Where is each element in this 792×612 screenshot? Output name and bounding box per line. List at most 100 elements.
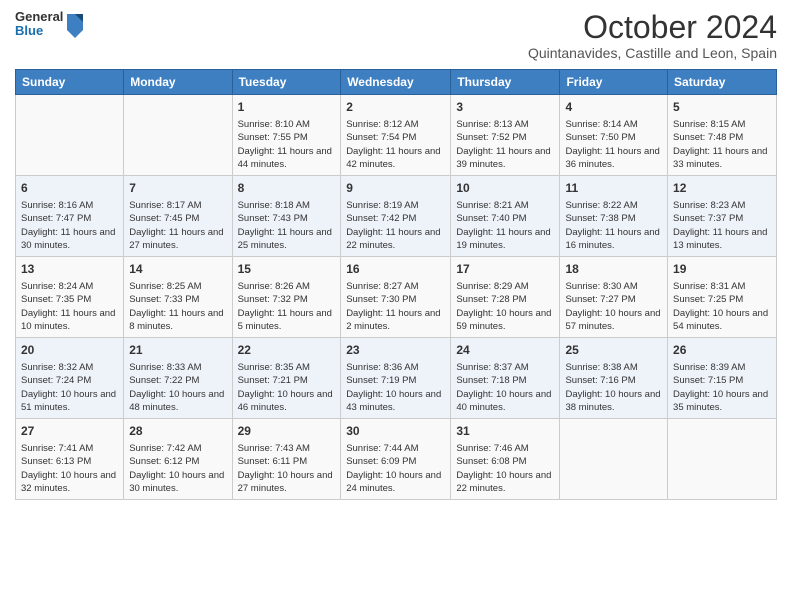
logo-icon: [65, 10, 85, 38]
daylight-text: Daylight: 10 hours and 32 minutes.: [21, 470, 116, 494]
sunrise-text: Sunrise: 8:25 AM: [129, 281, 201, 292]
sunset-text: Sunset: 7:45 PM: [129, 213, 199, 224]
sunset-text: Sunset: 7:55 PM: [238, 132, 308, 143]
table-row: 15 Sunrise: 8:26 AM Sunset: 7:32 PM Dayl…: [232, 257, 341, 338]
calendar-week-row: 13 Sunrise: 8:24 AM Sunset: 7:35 PM Dayl…: [16, 257, 777, 338]
table-row: 22 Sunrise: 8:35 AM Sunset: 7:21 PM Dayl…: [232, 338, 341, 419]
day-number: 3: [456, 99, 554, 116]
table-row: 31 Sunrise: 7:46 AM Sunset: 6:08 PM Dayl…: [451, 419, 560, 500]
sunrise-text: Sunrise: 8:22 AM: [565, 200, 637, 211]
daylight-text: Daylight: 10 hours and 46 minutes.: [238, 389, 333, 413]
sunrise-text: Sunrise: 7:44 AM: [346, 443, 418, 454]
daylight-text: Daylight: 11 hours and 2 minutes.: [346, 308, 440, 332]
table-row: 13 Sunrise: 8:24 AM Sunset: 7:35 PM Dayl…: [16, 257, 124, 338]
col-monday: Monday: [124, 70, 232, 95]
table-row: [16, 95, 124, 176]
table-row: 2 Sunrise: 8:12 AM Sunset: 7:54 PM Dayli…: [341, 95, 451, 176]
sunset-text: Sunset: 7:47 PM: [21, 213, 91, 224]
sunset-text: Sunset: 7:37 PM: [673, 213, 743, 224]
daylight-text: Daylight: 10 hours and 27 minutes.: [238, 470, 333, 494]
sunset-text: Sunset: 7:21 PM: [238, 375, 308, 386]
day-number: 8: [238, 180, 336, 197]
sunset-text: Sunset: 7:38 PM: [565, 213, 635, 224]
day-number: 17: [456, 261, 554, 278]
table-row: 9 Sunrise: 8:19 AM Sunset: 7:42 PM Dayli…: [341, 176, 451, 257]
day-number: 10: [456, 180, 554, 197]
day-number: 15: [238, 261, 336, 278]
sunrise-text: Sunrise: 8:15 AM: [673, 119, 745, 130]
sunrise-text: Sunrise: 8:31 AM: [673, 281, 745, 292]
sunset-text: Sunset: 7:15 PM: [673, 375, 743, 386]
table-row: [560, 419, 668, 500]
table-row: 24 Sunrise: 8:37 AM Sunset: 7:18 PM Dayl…: [451, 338, 560, 419]
daylight-text: Daylight: 10 hours and 59 minutes.: [456, 308, 551, 332]
table-row: [124, 95, 232, 176]
table-row: 28 Sunrise: 7:42 AM Sunset: 6:12 PM Dayl…: [124, 419, 232, 500]
table-row: 1 Sunrise: 8:10 AM Sunset: 7:55 PM Dayli…: [232, 95, 341, 176]
sunrise-text: Sunrise: 8:36 AM: [346, 362, 418, 373]
table-row: 29 Sunrise: 7:43 AM Sunset: 6:11 PM Dayl…: [232, 419, 341, 500]
daylight-text: Daylight: 11 hours and 19 minutes.: [456, 227, 550, 251]
daylight-text: Daylight: 11 hours and 42 minutes.: [346, 146, 440, 170]
daylight-text: Daylight: 10 hours and 24 minutes.: [346, 470, 441, 494]
sunrise-text: Sunrise: 8:35 AM: [238, 362, 310, 373]
sunset-text: Sunset: 7:43 PM: [238, 213, 308, 224]
sunset-text: Sunset: 6:11 PM: [238, 456, 308, 467]
calendar: Sunday Monday Tuesday Wednesday Thursday…: [15, 69, 777, 500]
daylight-text: Daylight: 11 hours and 30 minutes.: [21, 227, 115, 251]
day-number: 31: [456, 423, 554, 440]
sunset-text: Sunset: 7:25 PM: [673, 294, 743, 305]
sunset-text: Sunset: 7:42 PM: [346, 213, 416, 224]
sunset-text: Sunset: 6:13 PM: [21, 456, 91, 467]
sunset-text: Sunset: 7:50 PM: [565, 132, 635, 143]
sunrise-text: Sunrise: 8:39 AM: [673, 362, 745, 373]
col-thursday: Thursday: [451, 70, 560, 95]
sunset-text: Sunset: 7:40 PM: [456, 213, 526, 224]
sunrise-text: Sunrise: 8:27 AM: [346, 281, 418, 292]
calendar-week-row: 1 Sunrise: 8:10 AM Sunset: 7:55 PM Dayli…: [16, 95, 777, 176]
table-row: 3 Sunrise: 8:13 AM Sunset: 7:52 PM Dayli…: [451, 95, 560, 176]
table-row: 14 Sunrise: 8:25 AM Sunset: 7:33 PM Dayl…: [124, 257, 232, 338]
day-number: 25: [565, 342, 662, 359]
page-subtitle: Quintanavides, Castille and Leon, Spain: [528, 45, 777, 61]
day-number: 28: [129, 423, 226, 440]
sunrise-text: Sunrise: 8:37 AM: [456, 362, 528, 373]
table-row: 8 Sunrise: 8:18 AM Sunset: 7:43 PM Dayli…: [232, 176, 341, 257]
sunset-text: Sunset: 6:09 PM: [346, 456, 416, 467]
table-row: 7 Sunrise: 8:17 AM Sunset: 7:45 PM Dayli…: [124, 176, 232, 257]
table-row: 23 Sunrise: 8:36 AM Sunset: 7:19 PM Dayl…: [341, 338, 451, 419]
col-wednesday: Wednesday: [341, 70, 451, 95]
sunrise-text: Sunrise: 8:33 AM: [129, 362, 201, 373]
col-friday: Friday: [560, 70, 668, 95]
daylight-text: Daylight: 11 hours and 16 minutes.: [565, 227, 659, 251]
calendar-week-row: 20 Sunrise: 8:32 AM Sunset: 7:24 PM Dayl…: [16, 338, 777, 419]
sunrise-text: Sunrise: 8:10 AM: [238, 119, 310, 130]
day-number: 7: [129, 180, 226, 197]
sunset-text: Sunset: 7:28 PM: [456, 294, 526, 305]
sunrise-text: Sunrise: 8:30 AM: [565, 281, 637, 292]
day-number: 22: [238, 342, 336, 359]
daylight-text: Daylight: 11 hours and 22 minutes.: [346, 227, 440, 251]
day-number: 16: [346, 261, 445, 278]
calendar-week-row: 6 Sunrise: 8:16 AM Sunset: 7:47 PM Dayli…: [16, 176, 777, 257]
day-number: 2: [346, 99, 445, 116]
sunset-text: Sunset: 7:19 PM: [346, 375, 416, 386]
col-sunday: Sunday: [16, 70, 124, 95]
sunset-text: Sunset: 7:30 PM: [346, 294, 416, 305]
table-row: 4 Sunrise: 8:14 AM Sunset: 7:50 PM Dayli…: [560, 95, 668, 176]
sunrise-text: Sunrise: 7:41 AM: [21, 443, 93, 454]
sunset-text: Sunset: 7:22 PM: [129, 375, 199, 386]
sunrise-text: Sunrise: 8:19 AM: [346, 200, 418, 211]
sunset-text: Sunset: 7:32 PM: [238, 294, 308, 305]
page: General Blue October 2024 Quintanavides,…: [0, 0, 792, 612]
day-number: 5: [673, 99, 771, 116]
logo: General Blue: [15, 10, 85, 39]
sunrise-text: Sunrise: 8:14 AM: [565, 119, 637, 130]
day-number: 19: [673, 261, 771, 278]
table-row: 19 Sunrise: 8:31 AM Sunset: 7:25 PM Dayl…: [668, 257, 777, 338]
sunset-text: Sunset: 7:33 PM: [129, 294, 199, 305]
daylight-text: Daylight: 10 hours and 22 minutes.: [456, 470, 551, 494]
sunrise-text: Sunrise: 8:21 AM: [456, 200, 528, 211]
table-row: 12 Sunrise: 8:23 AM Sunset: 7:37 PM Dayl…: [668, 176, 777, 257]
day-number: 27: [21, 423, 118, 440]
